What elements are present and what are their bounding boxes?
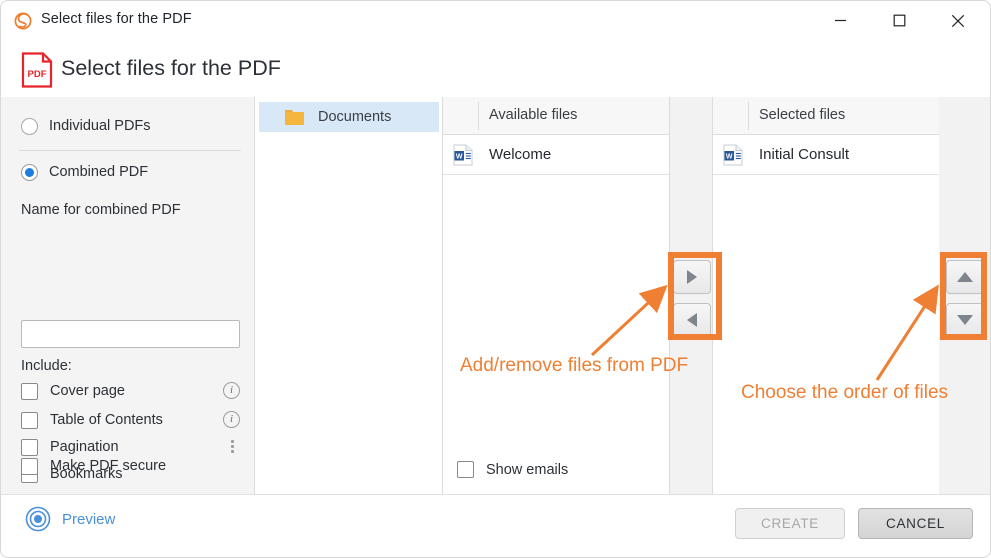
checkbox-make-pdf-secure-label: Make PDF secure <box>50 458 167 474</box>
options-pane: Individual PDFs Combined PDF Name for co… <box>1 97 255 494</box>
selected-files-header-label: Selected files <box>759 107 846 123</box>
name-for-combined-pdf-input[interactable] <box>21 320 240 348</box>
available-files-pane: Available files W Welcome Show emails <box>443 97 670 494</box>
header-column-separator <box>748 102 749 130</box>
tree-item-documents[interactable]: Documents <box>259 102 439 132</box>
checkbox-show-emails-label: Show emails <box>486 461 569 478</box>
available-files-header: Available files <box>443 97 669 135</box>
checkbox-pagination-label: Pagination <box>50 439 119 455</box>
folder-icon <box>285 109 304 125</box>
checkbox-table-of-contents[interactable]: Table of Contents <box>21 409 163 431</box>
kebab-menu-icon-pagination[interactable] <box>225 438 239 455</box>
checkbox-cover-page[interactable]: Cover page <box>21 380 125 402</box>
checkbox-show-emails-box <box>457 461 474 478</box>
file-name: Welcome <box>489 146 552 163</box>
checkbox-table-of-contents-label: Table of Contents <box>50 412 163 428</box>
page-title: Select files for the PDF <box>61 56 281 80</box>
radio-combined-pdf[interactable]: Combined PDF <box>21 161 148 183</box>
pdf-file-icon: PDF <box>21 52 53 88</box>
folder-tree-pane: Documents <box>255 97 443 494</box>
checkbox-cover-page-label: Cover page <box>50 383 125 399</box>
annotation-highlight-order-buttons <box>940 252 987 340</box>
create-button-label: CREATE <box>761 516 819 531</box>
info-icon-table-of-contents[interactable]: i <box>223 411 240 428</box>
select-files-dialog: Select files for the PDF PDF Select file… <box>0 0 991 558</box>
annotation-add-remove-text: Add/remove files from PDF <box>460 355 689 376</box>
checkbox-cover-page-box <box>21 382 38 400</box>
create-button[interactable]: CREATE <box>735 508 845 539</box>
minimize-button[interactable] <box>817 1 863 40</box>
name-field-label: Name for combined PDF <box>21 202 181 218</box>
smokeball-swirl-logo-icon <box>12 10 34 32</box>
word-document-icon: W <box>453 144 473 166</box>
window-title: Select files for the PDF <box>41 11 192 27</box>
minimize-icon <box>834 19 846 22</box>
radio-individual-pdfs-label: Individual PDFs <box>49 118 151 134</box>
svg-text:W: W <box>726 153 733 160</box>
annotation-highlight-transfer-buttons <box>668 252 722 340</box>
checkbox-make-pdf-secure[interactable]: Make PDF secure <box>21 455 166 477</box>
svg-text:PDF: PDF <box>28 69 47 80</box>
table-row[interactable]: W Welcome <box>443 135 669 175</box>
tree-item-documents-label: Documents <box>318 109 392 125</box>
checkbox-make-pdf-secure-box <box>21 457 38 475</box>
annotation-order-text: Choose the order of files <box>741 382 949 403</box>
maximize-button[interactable] <box>876 1 922 40</box>
dialog-header: PDF Select files for the PDF <box>0 40 991 97</box>
radio-combined-pdf-indicator <box>21 163 38 181</box>
svg-text:W: W <box>456 153 463 160</box>
checkbox-pagination-box <box>21 438 38 456</box>
close-button[interactable] <box>935 1 981 40</box>
preview-button[interactable]: Preview <box>25 506 115 532</box>
include-label: Include: <box>21 358 72 374</box>
checkbox-table-of-contents-box <box>21 411 38 429</box>
radio-combined-pdf-label: Combined PDF <box>49 164 149 180</box>
word-document-icon: W <box>723 144 743 166</box>
file-name: Initial Consult <box>759 146 850 163</box>
header-column-separator <box>478 102 479 130</box>
radio-individual-pdfs[interactable]: Individual PDFs <box>21 115 151 137</box>
available-files-header-label: Available files <box>489 107 578 123</box>
info-icon-cover-page[interactable]: i <box>223 382 240 399</box>
radio-individual-pdfs-indicator <box>21 117 38 135</box>
cancel-button-label: CANCEL <box>886 516 945 531</box>
preview-target-icon <box>25 506 51 532</box>
checkbox-show-emails[interactable]: Show emails <box>457 461 568 478</box>
dialog-footer: Preview CREATE CANCEL <box>0 494 991 558</box>
preview-label: Preview <box>62 510 116 528</box>
maximize-icon <box>893 14 905 27</box>
options-divider <box>19 150 241 151</box>
close-icon <box>951 14 965 27</box>
title-bar: Select files for the PDF <box>0 0 991 40</box>
cancel-button[interactable]: CANCEL <box>858 508 973 539</box>
